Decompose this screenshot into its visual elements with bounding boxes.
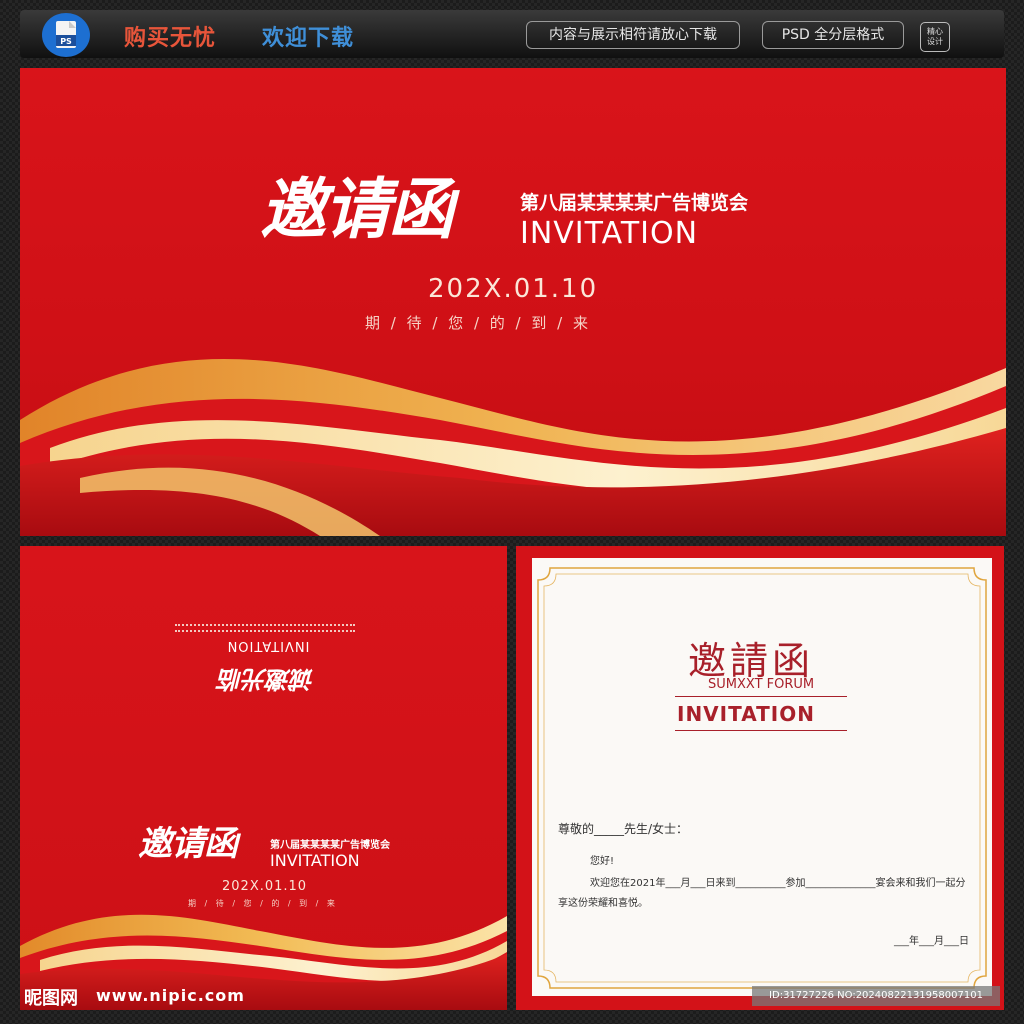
back-event-name: 第八届某某某某广告博览会 xyxy=(270,840,390,851)
inner-forum-name: SUMXXT FORUM xyxy=(708,677,815,692)
gold-frame-border xyxy=(537,567,987,989)
title-rule-bottom xyxy=(675,730,847,731)
invitation-back-cover: INVITATION 诚邀光临 邀请函 第八届某某某某广告博览会 INVITAT… xyxy=(20,546,507,1010)
seal-line-1: 精心 xyxy=(927,27,943,36)
cover-title-calligraphy: 邀请函 xyxy=(260,170,454,248)
welcome-download-text: 欢迎下载 xyxy=(262,26,355,51)
back-title-calligraphy: 邀请函 xyxy=(138,824,238,864)
psd-format-badge: PSD 全分层格式 xyxy=(762,21,904,49)
invitation-cover-banner: 邀请函 第八届某某某某广告博览会 INVITATION 202X.01.10 期… xyxy=(20,68,1006,536)
greeting-line: 您好! xyxy=(590,856,615,867)
title-rule-top xyxy=(675,696,847,697)
cover-tagline: 期 / 待 / 您 / 的 / 到 / 来 xyxy=(365,314,588,332)
back-gold-wave-decoration xyxy=(20,914,507,1010)
invitation-body-line-1: 欢迎您在2021年___月___日来到__________参加_________… xyxy=(590,878,966,889)
ps-icon-label: PS xyxy=(60,37,72,46)
salutation-line: 尊敬的_____先生/女士： xyxy=(558,822,689,836)
cover-invitation-en: INVITATION xyxy=(520,216,699,251)
cover-date: 202X.01.10 xyxy=(428,274,599,304)
image-id-watermark: ID:31727226 NO:20240822131958007101 xyxy=(752,986,1000,1006)
psd-file-icon: PS xyxy=(42,13,90,57)
cover-event-name: 第八届某某某某广告博览会 xyxy=(520,192,749,214)
nipic-logo: 昵图网 xyxy=(24,988,78,1009)
invitation-body-line-2: 享这份荣耀和喜悦。 xyxy=(558,898,648,909)
content-match-badge: 内容与展示相符请放心下载 xyxy=(526,21,740,49)
nipic-url: www.nipic.com xyxy=(96,986,245,1005)
buy-worry-free-text: 购买无忧 xyxy=(124,26,217,51)
back-invitation-en: INVITATION xyxy=(270,851,360,870)
quality-seal: 精心 设计 xyxy=(920,22,950,52)
inner-invitation-en: INVITATION xyxy=(677,702,815,726)
back-tagline: 期 / 待 / 您 / 的 / 到 / 来 xyxy=(188,899,335,908)
seal-line-2: 设计 xyxy=(927,37,943,46)
back-date: 202X.01.10 xyxy=(222,879,308,894)
date-fill-line: ___年___月___日 xyxy=(894,936,969,947)
